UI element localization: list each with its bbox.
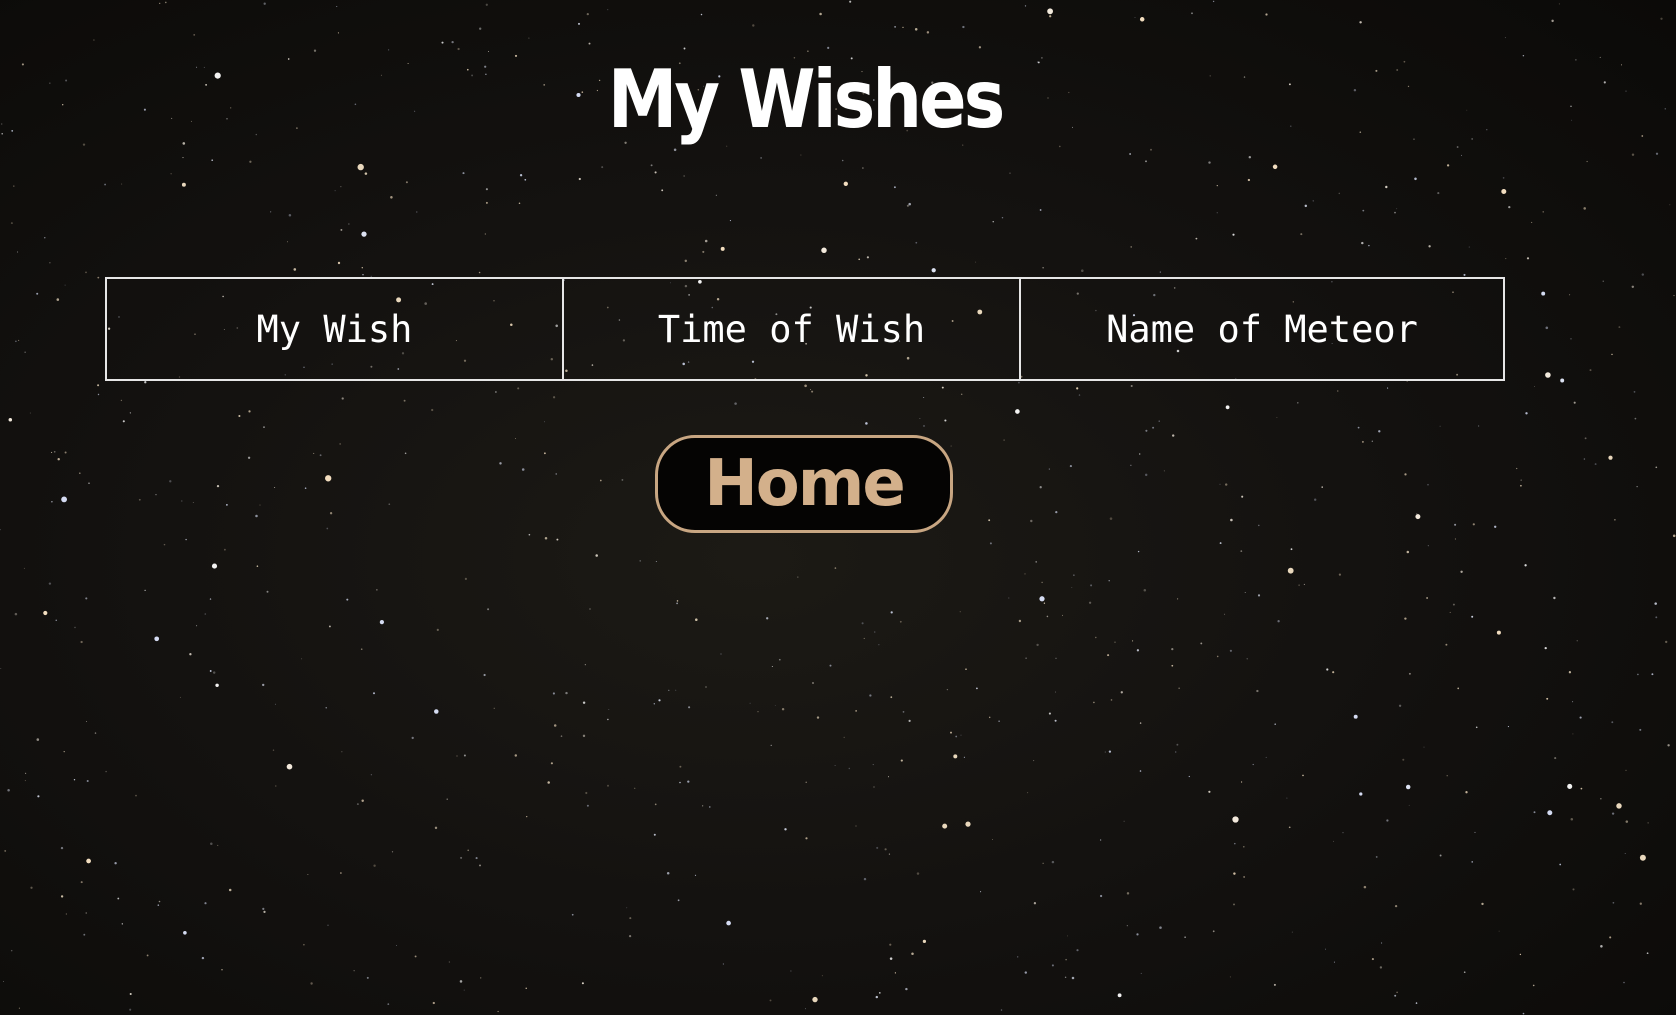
- column-header-my-wish: My Wish: [105, 277, 564, 381]
- column-header-time-of-wish: Time of Wish: [562, 277, 1021, 381]
- table-header-row: My Wish Time of Wish Name of Meteor: [105, 277, 1505, 381]
- home-button[interactable]: Home: [655, 435, 953, 533]
- wishes-table-header: My Wish Time of Wish Name of Meteor: [105, 277, 1505, 381]
- column-header-name-of-meteor: Name of Meteor: [1019, 277, 1505, 381]
- page-title: My Wishes: [607, 52, 1006, 147]
- wishes-table: My Wish Time of Wish Name of Meteor: [105, 277, 1505, 381]
- page-content: My Wishes My Wish Time of Wish Name of M…: [0, 0, 1676, 1015]
